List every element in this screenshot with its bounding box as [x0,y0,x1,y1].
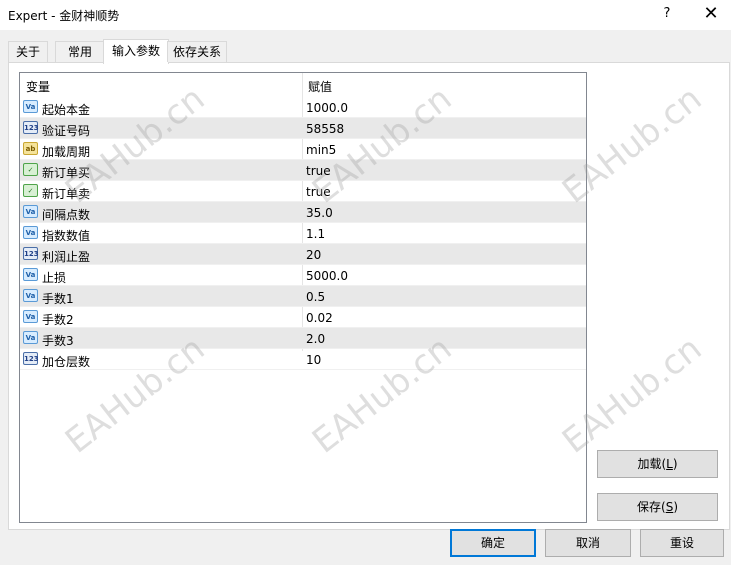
double-icon: Va [23,268,38,281]
parameter-name: 间隔点数 [42,208,91,222]
table-row[interactable]: Va 起始本金 1000.0 [20,97,586,118]
parameter-value[interactable]: 5000.0 [306,269,348,283]
table-row[interactable]: Va 手数3 2.0 [20,328,586,349]
save-button[interactable]: 保存(S) [597,493,718,521]
cancel-button[interactable]: 取消 [545,529,631,557]
load-button-label: 加载 [637,457,662,471]
reset-button[interactable]: 重设 [640,529,724,557]
window-title: Expert - 金财神顺势 [8,9,120,23]
save-button-label: 保存 [636,500,661,514]
tab-about[interactable]: 关于 [8,41,48,62]
save-shortcut-key: S [665,500,674,514]
table-row[interactable]: 123 加仓层数 10 [20,349,586,370]
bool-icon: ✓ [23,184,38,197]
bool-icon: ✓ [23,163,38,176]
parameter-name: 起始本金 [42,103,91,117]
parameter-name: 新订单卖 [42,187,91,201]
parameter-name: 验证号码 [42,124,91,138]
parameter-value[interactable]: 1.1 [306,227,325,241]
table-row[interactable]: ab 加载周期 min5 [20,139,586,160]
parameter-value[interactable]: 35.0 [306,206,333,220]
parameter-value[interactable]: 20 [306,248,321,262]
table-header: 变量 赋值 [20,73,586,97]
table-row[interactable]: 123 利润止盈 20 [20,244,586,265]
column-header-value[interactable]: 赋值 [308,78,332,95]
parameters-table[interactable]: 变量 赋值 Va 起始本金 1000.0 123 验证号码 58558 ab 加载周期 min5… [19,72,587,523]
double-icon: Va [23,310,38,323]
parameter-value[interactable]: min5 [306,143,336,157]
table-row[interactable]: ✓ 新订单买 true [20,160,586,181]
parameter-value[interactable]: 58558 [306,122,344,136]
table-row[interactable]: Va 止损 5000.0 [20,265,586,286]
double-icon: Va [23,205,38,218]
table-row[interactable]: Va 手数1 0.5 [20,286,586,307]
double-icon: Va [23,331,38,344]
parameter-value[interactable]: true [306,164,331,178]
parameter-name: 指数数值 [42,229,91,243]
double-icon: Va [23,100,38,113]
load-shortcut-key: L [666,457,673,471]
parameter-value[interactable]: 0.5 [306,290,325,304]
parameter-value[interactable]: true [306,185,331,199]
double-icon: Va [23,226,38,239]
int-icon: 123 [23,352,39,365]
table-row[interactable]: ✓ 新订单卖 true [20,181,586,202]
ok-button[interactable]: 确定 [450,529,536,557]
parameter-value[interactable]: 2.0 [306,332,325,346]
parameter-name: 手数1 [42,292,74,306]
table-row[interactable]: Va 手数2 0.02 [20,307,586,328]
parameter-name: 手数2 [42,313,74,327]
parameter-value[interactable]: 0.02 [306,311,333,325]
table-row[interactable]: Va 指数数值 1.1 [20,223,586,244]
tab-dependencies[interactable]: 依存关系 [167,41,227,62]
parameter-name: 新订单买 [42,166,91,180]
parameter-value[interactable]: 10 [306,353,321,367]
title-bar: Expert - 金财神顺势 ? ✕ [0,0,731,30]
parameter-name: 加载周期 [42,145,91,159]
table-row[interactable]: Va 间隔点数 35.0 [20,202,586,223]
parameter-name: 利润止盈 [42,250,91,264]
int-icon: 123 [23,121,39,134]
help-icon[interactable]: ? [659,6,675,21]
parameter-name: 手数3 [42,334,74,348]
column-header-variable[interactable]: 变量 [26,78,50,95]
table-row[interactable]: 123 验证号码 58558 [20,118,586,139]
int-icon: 123 [23,247,39,260]
tab-inputs[interactable]: 输入参数 [103,39,169,64]
parameter-name: 加仓层数 [42,355,91,369]
string-icon: ab [23,142,38,155]
double-icon: Va [23,289,38,302]
parameter-value[interactable]: 1000.0 [306,101,348,115]
tab-common[interactable]: 常用 [55,41,105,62]
load-button[interactable]: 加载(L) [597,450,718,478]
close-icon[interactable]: ✕ [701,3,721,24]
parameter-name: 止损 [42,271,67,285]
